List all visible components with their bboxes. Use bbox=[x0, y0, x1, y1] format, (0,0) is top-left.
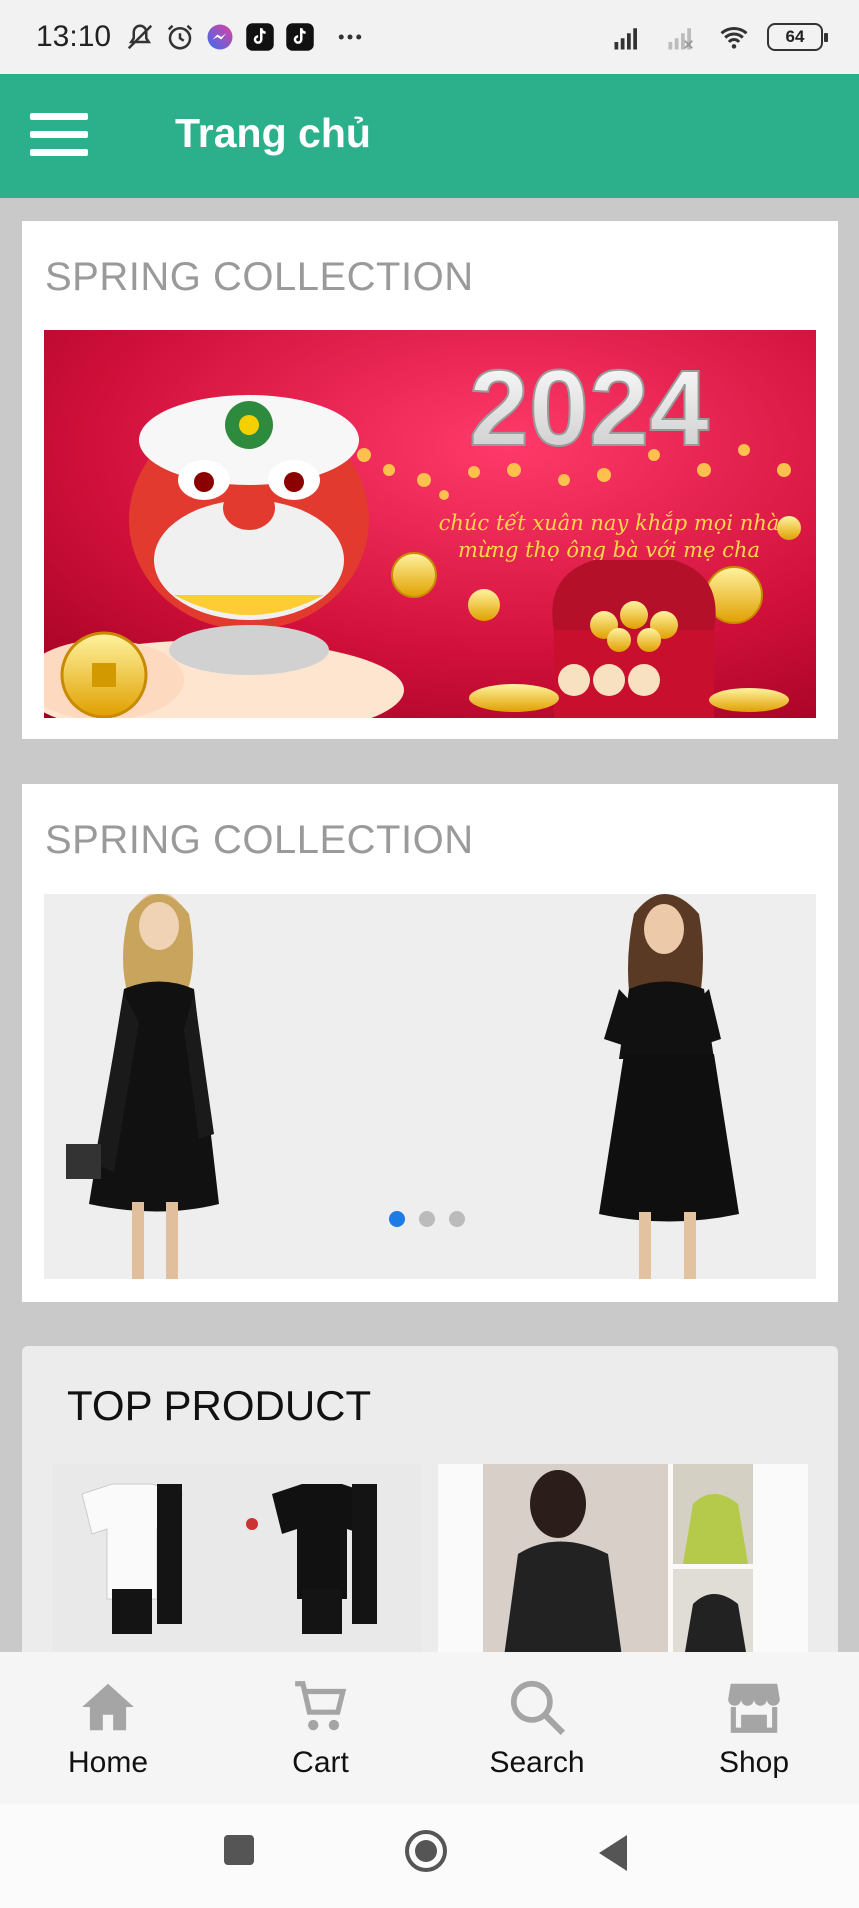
carousel-dot-active[interactable] bbox=[389, 1211, 405, 1227]
nav-shop[interactable]: Shop bbox=[649, 1652, 859, 1804]
page-title: Trang chủ bbox=[175, 110, 371, 156]
signal-icon bbox=[661, 22, 701, 52]
signal-icon bbox=[607, 22, 647, 52]
cart-icon bbox=[294, 1681, 346, 1731]
messenger-icon bbox=[205, 22, 235, 52]
section-title: SPRING COLLECTION bbox=[45, 255, 474, 299]
nav-label: Home bbox=[67, 1746, 149, 1779]
nav-search[interactable]: Search bbox=[425, 1652, 649, 1804]
shop-icon bbox=[728, 1683, 780, 1733]
tiktok-icon bbox=[285, 22, 315, 52]
alarm-icon bbox=[165, 22, 195, 52]
carousel-dot[interactable] bbox=[449, 1211, 465, 1227]
banner-year: 2024 bbox=[469, 347, 709, 468]
section-title: TOP PRODUCT bbox=[67, 1382, 372, 1429]
triangle-back-icon bbox=[599, 1835, 627, 1871]
new-year-banner[interactable]: 2024 chúc tết xuân nay khắp mọi nhà mừng… bbox=[44, 330, 816, 718]
wifi-icon bbox=[715, 22, 753, 52]
home-button[interactable] bbox=[403, 1828, 449, 1879]
carousel-indicator bbox=[389, 1211, 465, 1227]
search-icon bbox=[510, 1680, 566, 1736]
recent-apps-button[interactable] bbox=[223, 1834, 255, 1871]
more-icon bbox=[335, 22, 365, 52]
image-carousel[interactable] bbox=[44, 894, 816, 1279]
banner-line-2: mừng thọ ông bà với mẹ cha bbox=[458, 538, 760, 562]
bottom-navigation: Home Cart Search Shop bbox=[0, 1652, 859, 1804]
status-bar: 13:10 64 bbox=[0, 0, 859, 74]
product-thumbnail[interactable] bbox=[438, 1464, 808, 1664]
spring-collection-banner-card: SPRING COLLECTION 2024 chúc tết xuân nay… bbox=[22, 221, 838, 739]
circle-icon bbox=[405, 1830, 447, 1872]
top-product-card: TOP PRODUCT bbox=[22, 1346, 838, 1686]
battery-icon: 64 bbox=[767, 23, 828, 51]
spring-collection-carousel-card: SPRING COLLECTION bbox=[22, 784, 838, 1302]
system-navigation-bar bbox=[0, 1804, 859, 1908]
app-bar: Trang chủ bbox=[0, 74, 859, 198]
nav-home[interactable]: Home bbox=[0, 1652, 216, 1804]
banner-line-1: chúc tết xuân nay khắp mọi nhà bbox=[439, 511, 780, 535]
back-button[interactable] bbox=[597, 1834, 629, 1877]
section-title: SPRING COLLECTION bbox=[45, 818, 474, 862]
mute-icon bbox=[125, 22, 155, 52]
nav-label: Shop bbox=[718, 1746, 790, 1779]
tiktok-icon bbox=[245, 22, 275, 52]
status-time: 13:10 bbox=[36, 20, 112, 53]
nav-label: Search bbox=[489, 1746, 585, 1779]
nav-cart[interactable]: Cart bbox=[216, 1652, 425, 1804]
nav-label: Cart bbox=[292, 1746, 349, 1779]
hamburger-menu-icon[interactable] bbox=[30, 105, 88, 163]
home-icon bbox=[82, 1683, 134, 1731]
carousel-dot[interactable] bbox=[419, 1211, 435, 1227]
square-icon bbox=[224, 1835, 254, 1865]
product-thumbnail[interactable] bbox=[52, 1464, 422, 1664]
